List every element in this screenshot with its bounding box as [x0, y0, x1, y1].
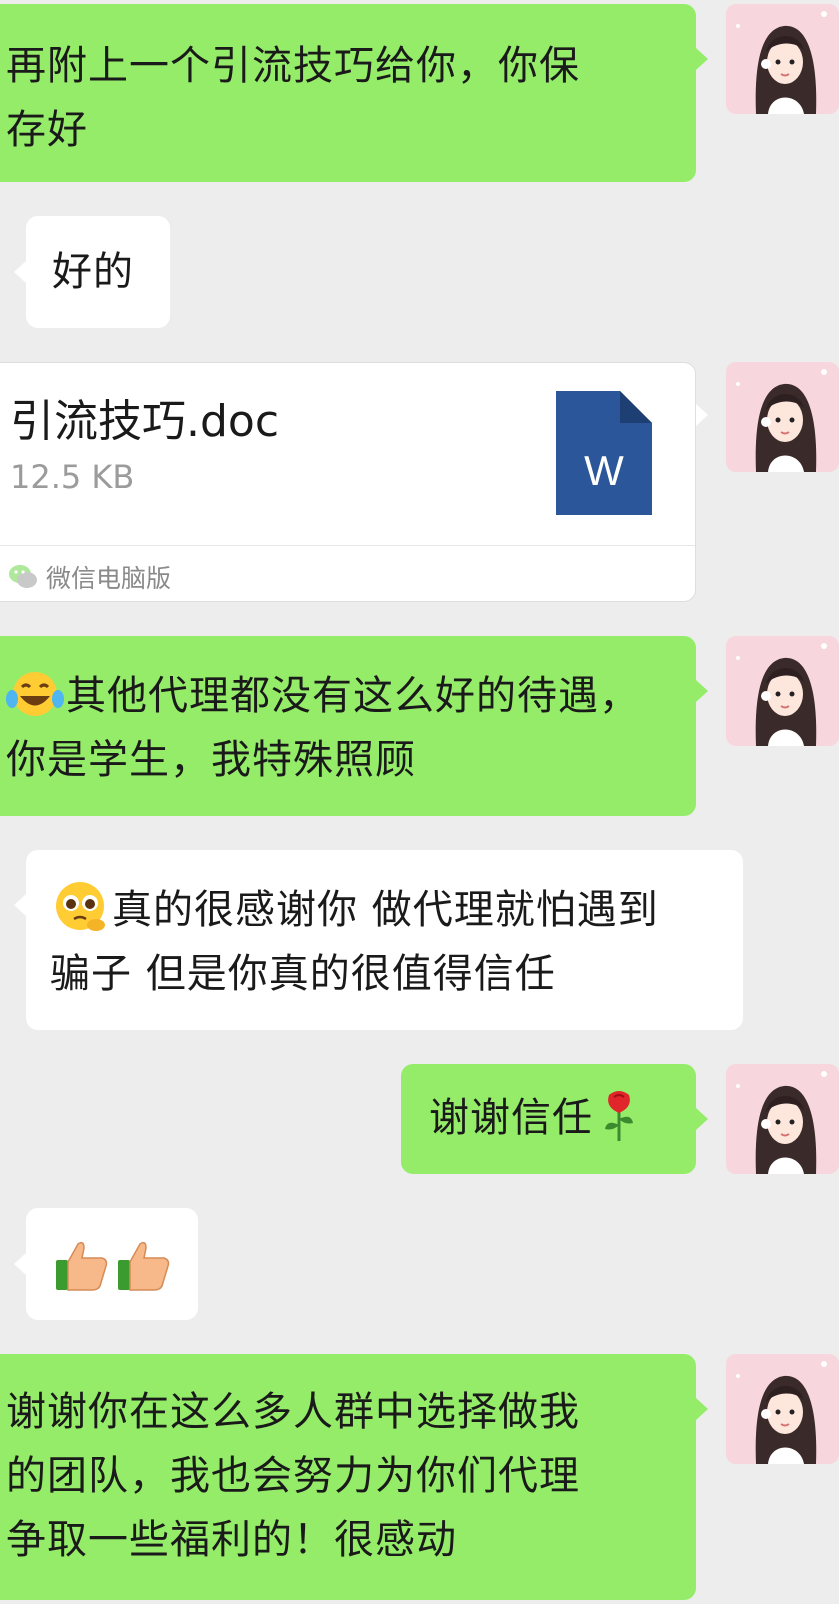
sent-message-bubble[interactable]: 谢谢信任 — [401, 1064, 696, 1174]
received-message-bubble[interactable]: 真的很感谢你 做代理就怕遇到 骗子 但是你真的很值得信任 — [26, 850, 743, 1030]
sent-message-bubble[interactable]: 其他代理都没有这么好的待遇， 你是学生，我特殊照顾 — [0, 636, 696, 816]
file-message-card[interactable]: 引流技巧.doc 12.5 KB W 微信电脑版 — [0, 362, 696, 602]
my-avatar[interactable] — [726, 4, 839, 114]
avatar-girl-image — [726, 1064, 839, 1174]
pleading-face-emoji-icon — [56, 882, 105, 931]
sent-message-bubble[interactable]: 谢谢你在这么多人群中选择做我 的团队，我也会努力为你们代理 争取一些福利的！很感… — [0, 1354, 696, 1600]
message-text-line: 其他代理都没有这么好的待遇， — [6, 664, 678, 728]
divider — [0, 545, 695, 546]
message-text-line: 你是学生，我特殊照顾 — [6, 737, 416, 783]
word-icon-letter: W — [584, 447, 624, 494]
file-source: 微信电脑版 — [8, 555, 171, 599]
message-text-line: 骗子 但是你真的很值得信任 — [50, 951, 556, 997]
tears-of-joy-emoji-icon — [6, 672, 64, 716]
bubble-tail — [696, 48, 708, 70]
file-size: 12.5 KB — [10, 458, 135, 496]
received-message-bubble[interactable] — [26, 1208, 198, 1320]
file-name: 引流技巧.doc — [10, 396, 280, 447]
message-text: 其他代理都没有这么好的待遇， — [66, 673, 640, 719]
thumbs-up-emoji-icon — [118, 1241, 170, 1291]
my-avatar[interactable] — [726, 1064, 839, 1174]
word-document-icon: W — [556, 391, 652, 515]
wechat-icon — [9, 565, 37, 588]
thumbs-up-emoji-icon — [56, 1241, 108, 1291]
avatar-girl-image — [726, 636, 839, 746]
bubble-tail — [696, 404, 708, 426]
bubble-tail — [14, 1253, 26, 1275]
my-avatar[interactable] — [726, 636, 839, 746]
my-avatar[interactable] — [726, 1354, 839, 1464]
bubble-tail — [696, 1108, 708, 1130]
rose-emoji-icon — [605, 1091, 633, 1141]
message-text-line: 再附上一个引流技巧给你，你保 — [6, 43, 580, 89]
file-source-label: 微信电脑版 — [46, 564, 172, 593]
sent-message-bubble[interactable]: 再附上一个引流技巧给你，你保 存好 — [0, 4, 696, 182]
bubble-tail — [14, 894, 26, 916]
message-text-line: 谢谢你在这么多人群中选择做我 — [6, 1389, 580, 1435]
bubble-tail — [696, 680, 708, 702]
message-text-line: 存好 — [6, 107, 88, 153]
message-text: 真的很感谢你 做代理就怕遇到 — [112, 887, 659, 933]
avatar-girl-image — [726, 1354, 839, 1464]
message-text-line: 争取一些福利的！很感动 — [6, 1517, 457, 1563]
message-text-line: 的团队，我也会努力为你们代理 — [6, 1453, 580, 1499]
message-text: 谢谢信任 — [429, 1095, 593, 1141]
avatar-girl-image — [726, 362, 839, 472]
received-message-bubble[interactable]: 好的 — [26, 216, 170, 328]
bubble-tail — [14, 261, 26, 283]
bubble-tail — [696, 1398, 708, 1420]
message-text-line: 真的很感谢你 做代理就怕遇到 — [50, 878, 733, 942]
my-avatar[interactable] — [726, 362, 839, 472]
avatar-girl-image — [726, 4, 839, 114]
message-text: 好的 — [52, 249, 134, 295]
